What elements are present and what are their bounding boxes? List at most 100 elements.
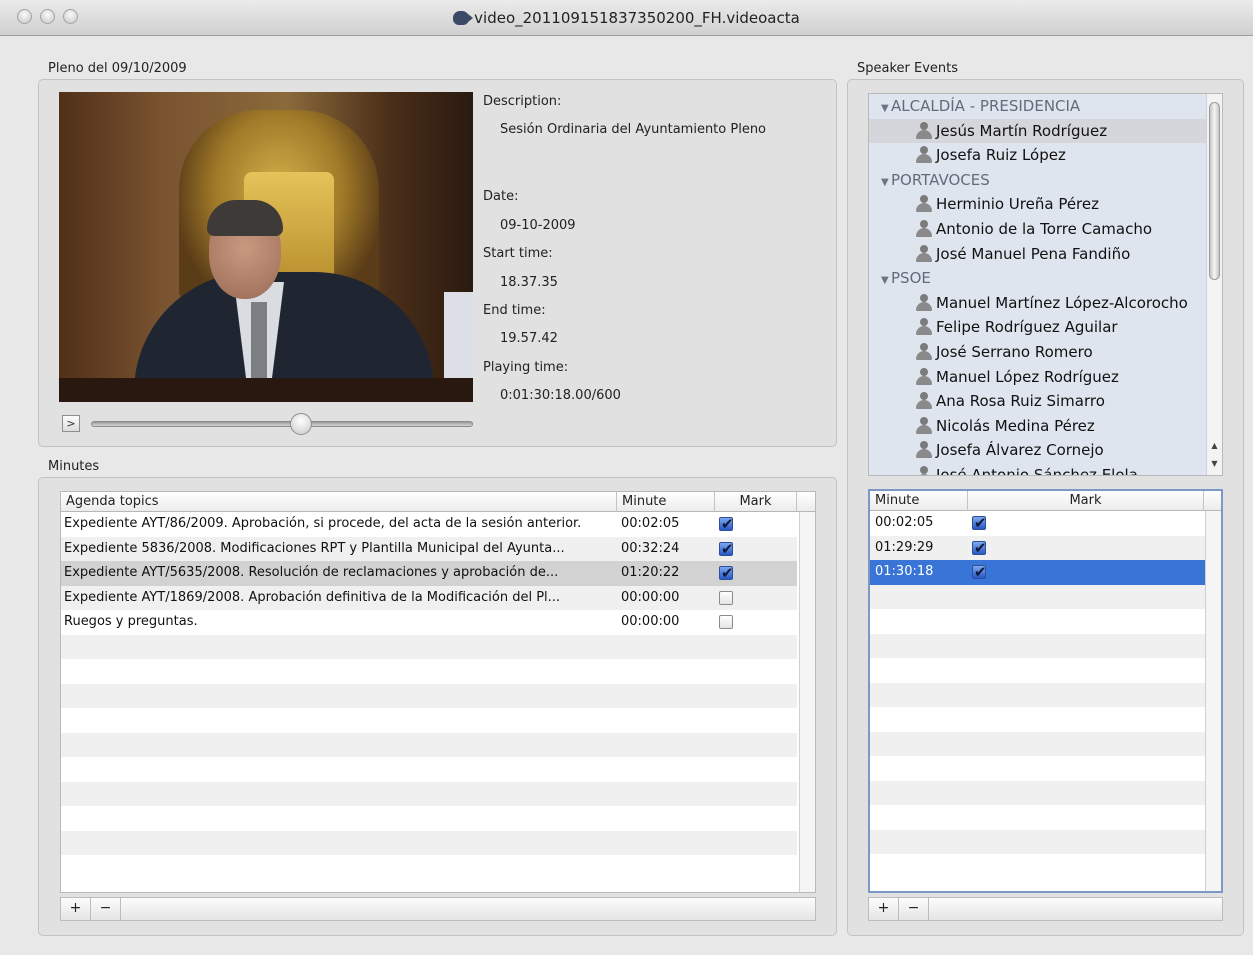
speaker-events-header: Minute Mark <box>870 491 1221 511</box>
speaker-event-empty-row <box>870 854 1205 879</box>
agenda-mark-checkbox[interactable] <box>719 561 734 585</box>
agenda-topic-cell[interactable]: Expediente 5836/2008. Modificaciones RPT… <box>61 537 615 561</box>
tree-group-row[interactable]: ▼ PSOE <box>869 266 1209 290</box>
window-title-container: video_201109151837350200_FH.videoacta <box>0 9 1253 27</box>
tree-speaker-label: Manuel Martínez López-Alcorocho <box>936 293 1188 312</box>
person-icon <box>915 121 933 139</box>
tree-speaker-label: Antonio de la Torre Camacho <box>936 220 1153 238</box>
description-value: Sesión Ordinaria del Ayuntamiento Pleno <box>500 122 767 137</box>
events-column-header-minute[interactable]: Minute <box>870 491 968 511</box>
speaker-event-minute-cell[interactable]: 01:29:29 <box>872 536 966 560</box>
tree-speaker-label: Manuel López Rodríguez <box>936 367 1119 386</box>
tree-speaker-label: Josefa Ruiz López <box>936 146 1066 165</box>
tree-speaker-row[interactable]: Manuel Martínez López-Alcorocho <box>869 291 1209 315</box>
disclosure-triangle-icon[interactable]: ▼ <box>881 97 891 121</box>
tree-speaker-row[interactable]: Jesús Martín Rodríguez <box>869 118 1209 143</box>
agenda-table-header: Agenda topics Minute Mark <box>61 492 815 512</box>
tree-speaker-row[interactable]: Herminio Ureña Pérez <box>869 192 1209 216</box>
speaker-event-empty-row <box>870 658 1205 683</box>
agenda-empty-row <box>61 757 797 782</box>
agenda-mark-checkbox[interactable] <box>719 590 733 605</box>
agenda-row[interactable]: Ruegos y preguntas. 00:00:00 <box>61 610 797 635</box>
video-player[interactable] <box>59 92 473 402</box>
tree-speaker-label: Ana Rosa Ruiz Simarro <box>936 392 1105 411</box>
play-button[interactable]: > <box>62 415 80 432</box>
tree-speaker-row[interactable]: José Manuel Pena Fandiño <box>869 242 1209 266</box>
scroll-down-arrow-icon[interactable]: ▼ <box>1207 456 1222 471</box>
column-header-mark[interactable]: Mark <box>715 492 797 512</box>
agenda-row[interactable]: Expediente AYT/5635/2008. Resolución de … <box>61 561 797 586</box>
tree-speaker-row[interactable]: Antonio de la Torre Camacho <box>869 217 1209 241</box>
playing-time-value: 0:01:30:18.00/600 <box>500 388 621 403</box>
events-column-header-mark[interactable]: Mark <box>968 491 1204 511</box>
tree-speaker-label: Josefa Álvarez Cornejo <box>936 441 1104 460</box>
add-agenda-topic-button[interactable]: + <box>61 898 91 920</box>
column-header-minute[interactable]: Minute <box>617 492 715 512</box>
app-window: video_201109151837350200_FH.videoacta Pl… <box>0 0 1253 955</box>
agenda-row[interactable]: Expediente AYT/1869/2008. Aprobación def… <box>61 585 797 610</box>
tree-speaker-row[interactable]: Felipe Rodríguez Aguilar <box>869 315 1209 339</box>
tree-speaker-label: José Serrano Romero <box>936 343 1093 361</box>
tree-speaker-row[interactable]: Ana Rosa Ruiz Simarro <box>869 389 1209 413</box>
speaker-event-minute-cell[interactable]: 01:30:18 <box>872 560 966 584</box>
speaker-event-empty-row <box>870 682 1205 707</box>
agenda-mark-checkbox[interactable] <box>719 537 734 561</box>
speaker-event-empty-row <box>870 756 1205 781</box>
tree-speaker-label: Nicolás Medina Pérez <box>936 416 1095 435</box>
tree-group-label: ALCALDÍA - PRESIDENCIA <box>891 97 1081 115</box>
speaker-event-empty-row <box>870 805 1205 830</box>
scroll-up-arrow-icon[interactable]: ▲ <box>1207 438 1222 453</box>
tree-group-row[interactable]: ▼ ALCALDÍA - PRESIDENCIA <box>869 94 1209 118</box>
tree-group-row[interactable]: ▼ PORTAVOCES <box>869 168 1209 192</box>
agenda-scrollbar[interactable] <box>799 512 815 892</box>
agenda-mark-checkbox[interactable] <box>719 512 734 536</box>
speaker-events-scrollbar[interactable] <box>1205 511 1221 891</box>
agenda-minute-cell[interactable]: 01:20:22 <box>618 561 712 585</box>
agenda-minute-cell[interactable]: 00:02:05 <box>618 512 712 536</box>
tree-group-label: PORTAVOCES <box>891 170 990 189</box>
tree-speaker-row[interactable]: José Antonio Sánchez Elola <box>869 463 1209 475</box>
agenda-minute-cell[interactable]: 00:00:00 <box>618 610 712 634</box>
speaker-event-mark-checkbox[interactable] <box>972 560 987 584</box>
agenda-topic-cell[interactable]: Expediente AYT/1869/2008. Aprobación def… <box>61 586 615 610</box>
person-icon <box>915 293 933 311</box>
tree-speaker-row[interactable]: Manuel López Rodríguez <box>869 365 1209 389</box>
speaker-events-table: Minute Mark 00:02:0501:29:2901:30:18 <box>868 489 1223 893</box>
remove-agenda-topic-button[interactable]: − <box>91 898 121 920</box>
disclosure-triangle-icon[interactable]: ▼ <box>881 171 891 195</box>
speaker-event-empty-row <box>870 584 1205 609</box>
playback-slider-knob[interactable] <box>290 413 313 435</box>
agenda-mark-checkbox[interactable] <box>719 615 733 629</box>
agenda-row[interactable]: Expediente 5836/2008. Modificaciones RPT… <box>61 536 797 561</box>
agenda-minute-cell[interactable]: 00:32:24 <box>618 537 712 561</box>
agenda-button-bar: + − <box>60 897 816 921</box>
column-header-agenda-topics[interactable]: Agenda topics <box>61 492 617 512</box>
agenda-table: Agenda topics Minute Mark Expediente AYT… <box>60 491 816 893</box>
agenda-topic-cell[interactable]: Ruegos y preguntas. <box>61 610 615 634</box>
tree-speaker-label: Jesús Martín Rodríguez <box>936 121 1108 140</box>
playing-time-label: Playing time: <box>483 360 569 375</box>
speaker-event-row[interactable]: 01:30:18 <box>870 560 1205 585</box>
agenda-topic-cell[interactable]: Expediente AYT/86/2009. Aprobación, si p… <box>61 512 615 536</box>
remove-speaker-event-button[interactable]: − <box>899 898 929 920</box>
speaker-event-row[interactable]: 01:29:29 <box>870 535 1205 560</box>
speaker-event-mark-checkbox[interactable] <box>972 536 987 560</box>
speaker-tree-scrollbar[interactable]: ▲ ▼ <box>1206 94 1222 475</box>
speaker-event-empty-row <box>870 780 1205 805</box>
playback-slider[interactable] <box>91 421 473 427</box>
agenda-row[interactable]: Expediente AYT/86/2009. Aprobación, si p… <box>61 512 797 537</box>
speaker-event-mark-checkbox[interactable] <box>972 511 987 535</box>
speaker-event-empty-row <box>870 829 1205 854</box>
tree-speaker-row[interactable]: Josefa Álvarez Cornejo <box>869 438 1209 462</box>
agenda-minute-cell[interactable]: 00:00:00 <box>618 586 712 610</box>
speaker-tree-scroll-thumb[interactable] <box>1209 102 1220 280</box>
speaker-event-empty-row <box>870 609 1205 634</box>
speaker-event-minute-cell[interactable]: 00:02:05 <box>872 511 966 535</box>
agenda-topic-cell[interactable]: Expediente AYT/5635/2008. Resolución de … <box>61 561 615 585</box>
add-speaker-event-button[interactable]: + <box>869 898 899 920</box>
speaker-event-row[interactable]: 00:02:05 <box>870 511 1205 536</box>
tree-speaker-row[interactable]: Nicolás Medina Pérez <box>869 414 1209 438</box>
tree-speaker-row[interactable]: Josefa Ruiz López <box>869 143 1209 167</box>
tree-speaker-row[interactable]: José Serrano Romero <box>869 340 1209 364</box>
disclosure-triangle-icon[interactable]: ▼ <box>881 269 891 293</box>
